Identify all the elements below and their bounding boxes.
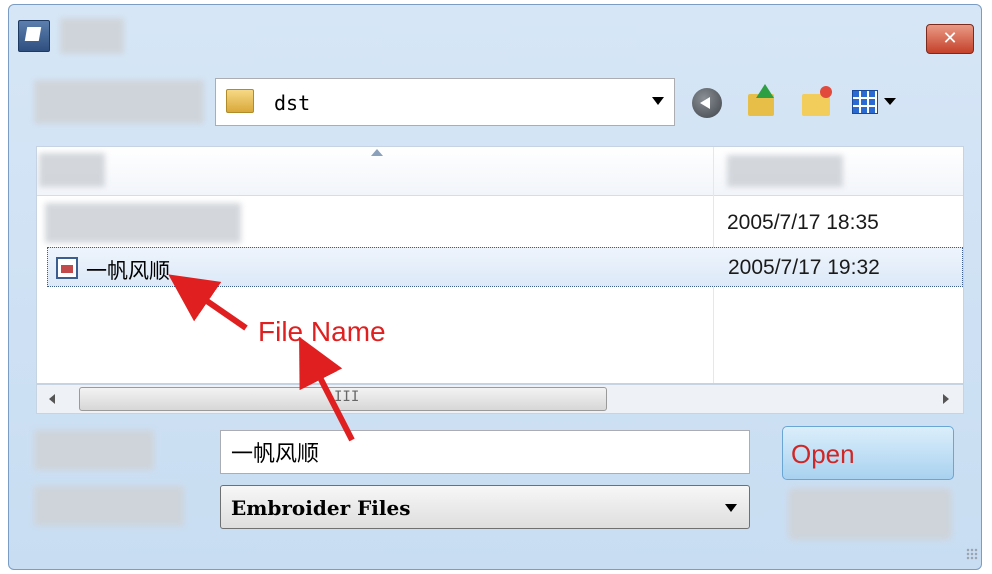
- file-list[interactable]: 2005/7/17 18:35 一帆风顺 2005/7/17 19:32: [36, 146, 964, 384]
- back-arrow-icon[interactable]: [692, 88, 722, 118]
- path-dropdown[interactable]: dst: [215, 78, 675, 126]
- folder-icon: [226, 89, 254, 113]
- close-button[interactable]: ✕: [926, 24, 974, 54]
- blurred-filetype-label: [34, 486, 184, 526]
- file-name-input[interactable]: [220, 430, 750, 474]
- scroll-left-icon[interactable]: [49, 394, 55, 404]
- scroll-right-icon[interactable]: [943, 394, 949, 404]
- open-button[interactable]: Open: [782, 426, 954, 480]
- sort-arrow-icon[interactable]: [371, 149, 383, 156]
- new-folder-icon[interactable]: [800, 84, 836, 120]
- up-folder-icon[interactable]: [746, 84, 782, 120]
- file-type-value: Embroider Files: [231, 496, 411, 520]
- row-name: 一帆风顺: [86, 259, 170, 283]
- blurred-lookin-label: [34, 80, 204, 124]
- file-type-select[interactable]: Embroider Files: [220, 485, 750, 529]
- blurred-file-name: [45, 203, 241, 243]
- row-date: 2005/7/17 19:32: [728, 256, 880, 279]
- blurred-date-column[interactable]: [727, 155, 843, 187]
- row-date: 2005/7/17 18:35: [727, 211, 879, 234]
- horizontal-scrollbar[interactable]: III: [36, 384, 964, 414]
- path-value: dst: [274, 91, 311, 115]
- open-label: Open: [791, 439, 855, 469]
- blurred-filename-label: [34, 430, 154, 470]
- scroll-grip: III: [334, 389, 360, 405]
- blurred-cancel-button[interactable]: [788, 488, 952, 540]
- app-window-icon: [18, 20, 50, 52]
- chevron-down-icon[interactable]: [725, 504, 737, 512]
- list-header: [37, 147, 963, 196]
- scroll-thumb[interactable]: III: [79, 387, 607, 411]
- blurred-name-column[interactable]: [39, 153, 105, 187]
- chevron-down-icon[interactable]: [652, 97, 664, 105]
- table-row-selected[interactable]: 一帆风顺 2005/7/17 19:32: [47, 247, 963, 287]
- embroidery-file-icon: [56, 257, 78, 279]
- resize-grip-icon[interactable]: [966, 548, 978, 560]
- table-row[interactable]: 2005/7/17 18:35: [37, 203, 963, 243]
- blurred-title: [60, 18, 124, 54]
- annotation-label: File Name: [258, 316, 386, 347]
- view-menu-icon[interactable]: [850, 84, 906, 120]
